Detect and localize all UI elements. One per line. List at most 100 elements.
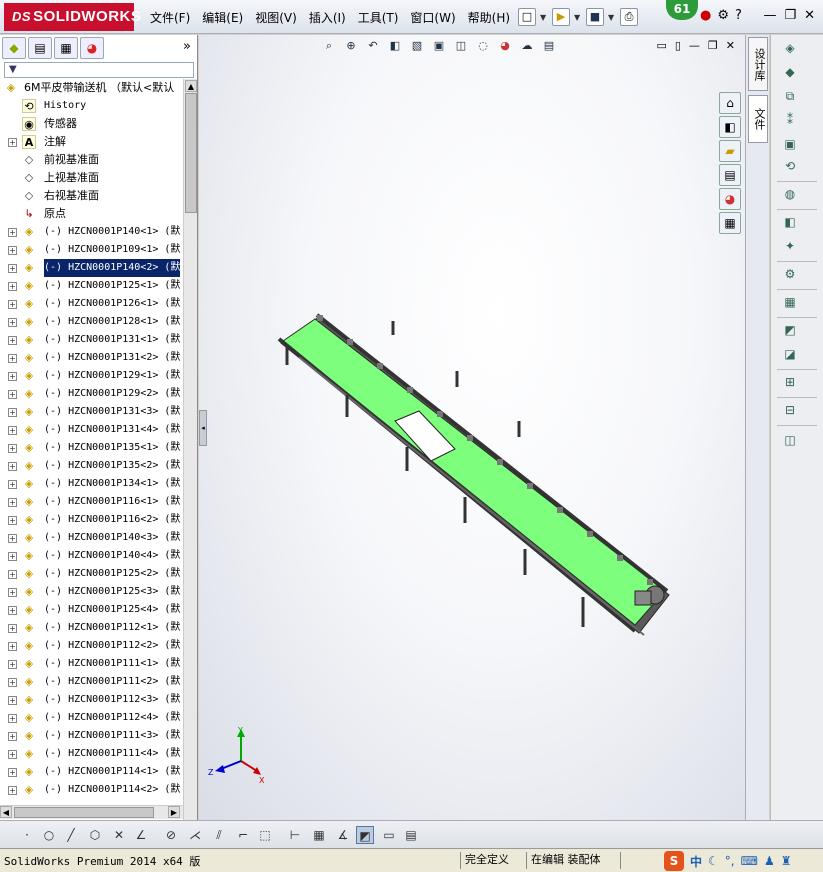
- expand-icon[interactable]: +: [8, 678, 17, 687]
- tree-item-top-plane[interactable]: ◇ 上视基准面: [0, 169, 184, 187]
- reference-geometry-icon[interactable]: ✦: [781, 237, 799, 255]
- tree-item-component[interactable]: + ◈ (-) HZCN0001P131<2> (默: [0, 349, 184, 367]
- scroll-left-icon[interactable]: ◀: [0, 806, 12, 818]
- tree-item-component[interactable]: + ◈ (-) HZCN0001P125<4> (默: [0, 601, 184, 619]
- tree-item-component[interactable]: + ◈ (-) HZCN0001P125<3> (默: [0, 583, 184, 601]
- tree-item-component[interactable]: + ◈ (-) HZCN0001P112<2> (默: [0, 637, 184, 655]
- expand-icon[interactable]: +: [8, 390, 17, 399]
- new-document-icon[interactable]: □: [518, 8, 536, 26]
- tree-item-component[interactable]: + ◈ (-) HZCN0001P140<4> (默: [0, 547, 184, 565]
- expand-icon[interactable]: +: [8, 534, 17, 543]
- expand-icon[interactable]: +: [8, 336, 17, 345]
- interference-detection-icon[interactable]: ⊞: [781, 373, 799, 391]
- tree-item-component[interactable]: + ◈ (-) HZCN0001P128<1> (默: [0, 313, 184, 331]
- punctuation-icon[interactable]: °,: [725, 854, 735, 868]
- expand-icon[interactable]: +: [8, 408, 17, 417]
- sogou-logo[interactable]: S: [664, 851, 684, 871]
- tree-item-component[interactable]: + ◈ (-) HZCN0001P140<3> (默: [0, 529, 184, 547]
- expand-icon[interactable]: +: [8, 318, 17, 327]
- expand-icon[interactable]: +: [8, 624, 17, 633]
- ime-language[interactable]: 中: [690, 853, 702, 870]
- expand-icon[interactable]: +: [8, 498, 17, 507]
- notification-badge[interactable]: 61: [666, 0, 698, 20]
- tree-item-component[interactable]: + ◈ (-) HZCN0001P131<4> (默: [0, 421, 184, 439]
- tree-item-component[interactable]: + ◈ (-) HZCN0001P125<2> (默: [0, 565, 184, 583]
- expand-icon[interactable]: +: [8, 228, 17, 237]
- scroll-right-icon[interactable]: ▶: [168, 806, 180, 818]
- tree-item-component[interactable]: + ◈ (-) HZCN0001P114<1> (默: [0, 763, 184, 781]
- tree-item-component[interactable]: + ◈ (-) HZCN0001P125<1> (默: [0, 277, 184, 295]
- tree-root-assembly[interactable]: ◈ 6M平皮带输送机 （默认<默认: [0, 79, 184, 97]
- moon-icon[interactable]: ☾: [708, 854, 719, 868]
- property-manager-tab[interactable]: ▤: [28, 37, 52, 59]
- tree-item-component[interactable]: + ◈ (-) HZCN0001P140<2> (默: [0, 258, 184, 278]
- angle-icon[interactable]: ∡: [334, 826, 352, 844]
- menu-edit[interactable]: 编辑(E): [202, 9, 243, 27]
- expand-icon[interactable]: +: [8, 372, 17, 381]
- assembly-features-icon[interactable]: ◧: [781, 213, 799, 231]
- expand-icon[interactable]: +: [8, 714, 17, 723]
- line-icon[interactable]: ╱: [62, 826, 80, 844]
- print-icon[interactable]: ⎙: [620, 8, 638, 26]
- expand-icon[interactable]: +: [8, 768, 17, 777]
- menu-help[interactable]: 帮助(H): [468, 9, 510, 27]
- expand-icon[interactable]: +: [8, 732, 17, 741]
- menu-window[interactable]: 窗口(W): [410, 9, 455, 27]
- tree-horizontal-scrollbar[interactable]: ◀ ▶: [0, 805, 183, 819]
- new-motion-study-icon[interactable]: ⚙: [781, 265, 799, 283]
- mirror-icon[interactable]: ⋌: [186, 826, 204, 844]
- expand-icon[interactable]: +: [8, 786, 17, 795]
- tree-item-component[interactable]: + ◈ (-) HZCN0001P112<3> (默: [0, 691, 184, 709]
- expand-icon[interactable]: +: [8, 570, 17, 579]
- explode-line-sketch-icon[interactable]: ◪: [781, 345, 799, 363]
- tree-item-component[interactable]: + ◈ (-) HZCN0001P112<4> (默: [0, 709, 184, 727]
- corner-rectangle-icon[interactable]: ⌐: [234, 826, 252, 844]
- expand-icon[interactable]: +: [8, 138, 17, 147]
- shaded-view-icon[interactable]: ◩: [356, 826, 374, 844]
- grid-icon[interactable]: ▦: [310, 826, 328, 844]
- tree-item-component[interactable]: + ◈ (-) HZCN0001P111<2> (默: [0, 673, 184, 691]
- exploded-view-icon[interactable]: ◩: [781, 321, 799, 339]
- tree-item-component[interactable]: + ◈ (-) HZCN0001P116<2> (默: [0, 511, 184, 529]
- close-icon[interactable]: ✕: [804, 8, 815, 23]
- offset-icon[interactable]: ⊘: [162, 826, 180, 844]
- tree-item-history[interactable]: ⟲ History: [0, 97, 184, 115]
- new-dropdown-icon[interactable]: ▼: [540, 13, 548, 22]
- expand-icon[interactable]: +: [8, 246, 17, 255]
- scroll-thumb[interactable]: [185, 93, 197, 213]
- restore-icon[interactable]: ❐: [784, 8, 796, 23]
- scroll-thumb[interactable]: [14, 807, 154, 818]
- expand-icon[interactable]: +: [8, 750, 17, 759]
- mate-icon[interactable]: ⧉: [781, 87, 799, 105]
- tree-item-component[interactable]: + ◈ (-) HZCN0001P109<1> (默: [0, 241, 184, 259]
- custom-properties-icon[interactable]: ▦: [719, 212, 741, 234]
- insert-component-icon[interactable]: ◈: [781, 39, 799, 57]
- expand-icon[interactable]: +: [8, 696, 17, 705]
- expand-panel-icon[interactable]: »: [183, 39, 191, 54]
- instant3d-icon[interactable]: ◫: [781, 431, 799, 449]
- tree-item-component[interactable]: + ◈ (-) HZCN0001P111<4> (默: [0, 745, 184, 763]
- tree-item-component[interactable]: + ◈ (-) HZCN0001P112<1> (默: [0, 619, 184, 637]
- minimize-icon[interactable]: —: [763, 8, 776, 23]
- table-icon[interactable]: ▤: [402, 826, 420, 844]
- resources-icon[interactable]: ◧: [719, 116, 741, 138]
- expand-icon[interactable]: +: [8, 606, 17, 615]
- tree-item-front-plane[interactable]: ◇ 前视基准面: [0, 151, 184, 169]
- traffic-light-icon[interactable]: ●: [700, 8, 711, 23]
- circle-icon[interactable]: ○: [40, 826, 58, 844]
- menu-file[interactable]: 文件(F): [150, 9, 190, 27]
- expand-icon[interactable]: +: [8, 588, 17, 597]
- tree-item-component[interactable]: + ◈ (-) HZCN0001P116<1> (默: [0, 493, 184, 511]
- home-icon[interactable]: ⌂: [719, 92, 741, 114]
- point-icon[interactable]: ·: [18, 826, 36, 844]
- expand-icon[interactable]: +: [8, 660, 17, 669]
- center-rectangle-icon[interactable]: ⬚: [256, 826, 274, 844]
- configuration-manager-tab[interactable]: ▦: [54, 37, 78, 59]
- expand-icon[interactable]: +: [8, 444, 17, 453]
- solidworks-logo[interactable]: DS SOLIDWORKS: [4, 3, 141, 31]
- expand-icon[interactable]: +: [8, 516, 17, 525]
- help-icon[interactable]: ?: [735, 8, 742, 23]
- expand-icon[interactable]: +: [8, 462, 17, 471]
- new-part-icon[interactable]: ◆: [781, 63, 799, 81]
- tab-design-library[interactable]: 设计库: [748, 37, 768, 91]
